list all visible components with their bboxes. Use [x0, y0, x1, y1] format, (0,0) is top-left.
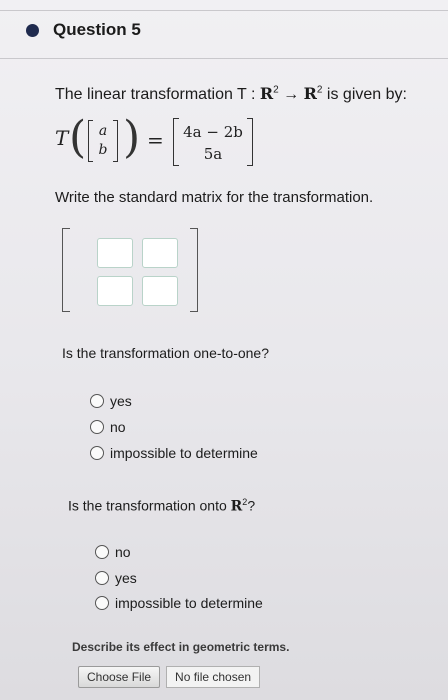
radio-button[interactable]: [95, 571, 109, 585]
option-label: no: [110, 419, 126, 435]
left-paren: (: [69, 112, 87, 163]
matrix-instruction: Write the standard matrix for the transf…: [55, 189, 374, 206]
question-page: Question 5 The linear transformation T :…: [0, 0, 448, 700]
matrix-left-bracket: [62, 228, 70, 312]
choose-file-button[interactable]: Choose File: [78, 666, 161, 688]
file-status-text: No file chosen: [166, 666, 261, 688]
transformation-formula: T ( a b ) = 4a − 2b 5a: [55, 116, 255, 172]
option-label: impossible to determine: [115, 595, 263, 611]
question-header: Question 5: [26, 20, 141, 40]
codomain-exponent: 2: [316, 84, 323, 96]
radio-button[interactable]: [90, 420, 104, 434]
input-bottom: b: [98, 142, 108, 158]
mapping-arrow: →: [283, 86, 300, 103]
equals-sign: =: [147, 128, 164, 152]
problem-statement: The linear transformation T : R2 → R2 is…: [55, 84, 407, 104]
onto-question-suffix: ?: [247, 497, 256, 514]
matrix-cell-1-1[interactable]: [97, 238, 133, 268]
onto-space: R: [230, 498, 243, 515]
matrix-cell-2-1[interactable]: [97, 276, 133, 306]
header-divider: [0, 58, 448, 59]
one-to-one-question: Is the transformation one-to-one?: [62, 345, 270, 361]
matrix-cell-2-2[interactable]: [142, 276, 178, 306]
one-to-one-option-yes[interactable]: yes: [90, 393, 132, 409]
input-top: a: [98, 123, 108, 139]
output-top: 4a − 2b: [183, 123, 243, 141]
radio-button[interactable]: [95, 545, 109, 559]
domain-exponent: 2: [273, 84, 279, 96]
option-label: no: [115, 544, 131, 560]
prompt-prefix: The linear transformation T :: [55, 86, 256, 103]
option-label: yes: [115, 570, 137, 586]
prompt-suffix: is given by:: [326, 86, 407, 103]
standard-matrix-input: [62, 228, 198, 312]
output-vector: 4a − 2b 5a: [173, 118, 253, 166]
codomain-space: R: [303, 84, 317, 103]
onto-option-impossible[interactable]: impossible to determine: [95, 595, 263, 611]
one-to-one-option-no[interactable]: no: [90, 419, 126, 435]
output-bottom: 5a: [203, 145, 223, 163]
option-label: yes: [110, 393, 132, 409]
radio-button[interactable]: [90, 446, 104, 460]
radio-button[interactable]: [90, 394, 104, 408]
top-divider: [0, 10, 448, 11]
radio-button[interactable]: [95, 596, 109, 610]
option-label: impossible to determine: [110, 445, 258, 461]
question-status-dot: [26, 23, 39, 37]
right-paren: ): [123, 112, 141, 163]
question-title: Question 5: [53, 20, 141, 39]
matrix-right-bracket: [190, 228, 198, 312]
input-vector: a b: [88, 120, 118, 162]
matrix-cell-1-2[interactable]: [142, 238, 178, 268]
onto-question: Is the transformation onto R2?: [68, 497, 255, 515]
onto-option-yes[interactable]: yes: [95, 570, 137, 586]
file-upload: Choose File No file chosen: [78, 666, 261, 688]
function-symbol: T: [55, 126, 69, 150]
geometric-description-label: Describe its effect in geometric terms.: [72, 640, 290, 654]
onto-question-prefix: Is the transformation onto: [68, 497, 227, 514]
one-to-one-option-impossible[interactable]: impossible to determine: [90, 445, 258, 461]
domain-space: R: [259, 84, 274, 103]
onto-option-no[interactable]: no: [95, 544, 131, 560]
